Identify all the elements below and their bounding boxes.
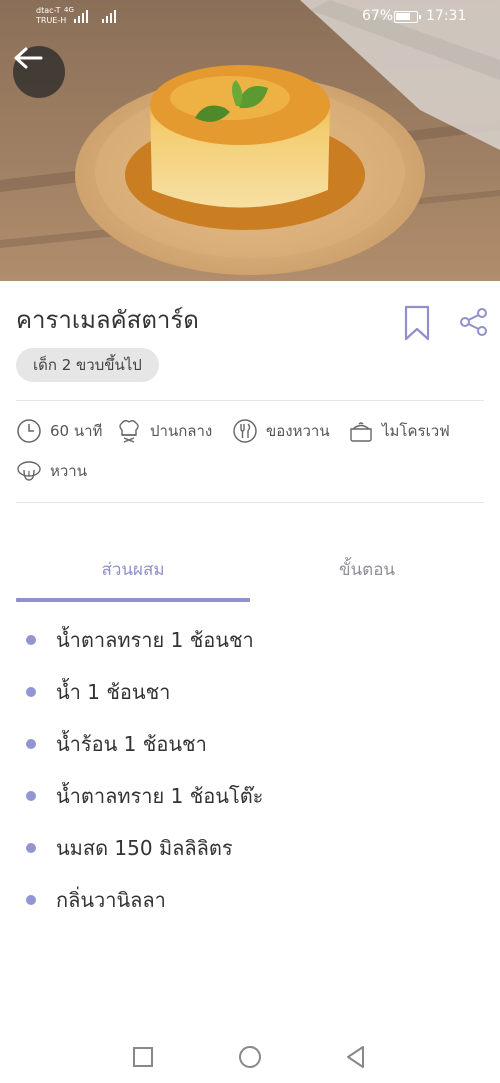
meta-difficulty: ปานกลาง bbox=[116, 418, 212, 444]
meta-method-label: ไมโครเวฟ bbox=[382, 422, 450, 440]
arrow-left-icon bbox=[14, 47, 43, 69]
bookmark-icon[interactable] bbox=[404, 305, 430, 341]
bullet-icon bbox=[26, 895, 36, 905]
ingredient-text: น้ำ 1 ช้อนชา bbox=[56, 680, 171, 704]
network-type: 4G bbox=[64, 6, 74, 14]
ingredient-text: น้ำตาลทราย 1 ช้อนชา bbox=[56, 628, 254, 652]
signal-icon-2 bbox=[102, 9, 116, 23]
list-item: น้ำร้อน 1 ช้อนชา bbox=[26, 728, 207, 760]
divider-bottom bbox=[16, 502, 484, 503]
battery-icon bbox=[394, 11, 421, 23]
age-tag: เด็ก 2 ขวบขึ้นไป bbox=[16, 348, 159, 382]
carrier-1: dtac-T bbox=[36, 6, 61, 15]
tongue-icon bbox=[17, 461, 41, 481]
clock-icon bbox=[17, 419, 41, 443]
recipe-title: คาราเมลคัสตาร์ด bbox=[16, 306, 199, 334]
battery-percent: 67% bbox=[362, 8, 394, 24]
back-nav-icon[interactable] bbox=[343, 1044, 369, 1070]
meta-method: ไมโครเวฟ bbox=[348, 418, 450, 444]
bullet-icon bbox=[26, 635, 36, 645]
meta-taste: หวาน bbox=[16, 458, 87, 484]
bullet-icon bbox=[26, 791, 36, 801]
pot-icon bbox=[350, 422, 372, 442]
divider-top bbox=[16, 400, 484, 401]
carrier-names: dtac-T TRUE-H bbox=[36, 6, 66, 26]
carrier-2: TRUE-H bbox=[36, 16, 67, 25]
system-nav-bar bbox=[0, 1030, 500, 1083]
ingredient-text: นมสด 150 มิลลิลิตร bbox=[56, 836, 233, 860]
chef-hat-icon bbox=[119, 420, 139, 443]
list-item: น้ำตาลทราย 1 ช้อนโต๊ะ bbox=[26, 780, 263, 812]
tab-ingredients[interactable]: ส่วนผสม bbox=[16, 556, 250, 583]
home-icon[interactable] bbox=[237, 1044, 263, 1070]
share-icon[interactable] bbox=[459, 307, 489, 337]
cutlery-icon bbox=[233, 419, 257, 443]
custard-illustration bbox=[0, 0, 500, 281]
bullet-icon bbox=[26, 843, 36, 853]
tab-steps[interactable]: ขั้นตอน bbox=[250, 556, 484, 583]
recents-icon[interactable] bbox=[130, 1044, 156, 1070]
list-item: น้ำ 1 ช้อนชา bbox=[26, 676, 170, 708]
status-bar: dtac-T TRUE-H 4G 67% 17:31 bbox=[0, 0, 500, 34]
clock: 17:31 bbox=[426, 8, 467, 24]
meta-taste-label: หวาน bbox=[50, 462, 87, 480]
list-item: นมสด 150 มิลลิลิตร bbox=[26, 832, 233, 864]
tab-indicator bbox=[16, 598, 250, 602]
list-item: กลิ่นวานิลลา bbox=[26, 884, 166, 916]
bullet-icon bbox=[26, 739, 36, 749]
signal-icon bbox=[74, 9, 88, 23]
ingredient-text: กลิ่นวานิลลา bbox=[56, 888, 166, 912]
bullet-icon bbox=[26, 687, 36, 697]
hero-image: dtac-T TRUE-H 4G 67% 17:31 bbox=[0, 0, 500, 281]
list-item: น้ำตาลทราย 1 ช้อนชา bbox=[26, 624, 254, 656]
meta-category: ของหวาน bbox=[232, 418, 330, 444]
ingredient-text: น้ำร้อน 1 ช้อนชา bbox=[56, 732, 207, 756]
meta-time-label: 60 นาที bbox=[50, 422, 103, 440]
meta-category-label: ของหวาน bbox=[266, 422, 330, 440]
meta-difficulty-label: ปานกลาง bbox=[150, 422, 213, 440]
meta-time: 60 นาที bbox=[16, 418, 102, 444]
back-button[interactable] bbox=[13, 46, 65, 98]
ingredient-text: น้ำตาลทราย 1 ช้อนโต๊ะ bbox=[56, 784, 264, 808]
